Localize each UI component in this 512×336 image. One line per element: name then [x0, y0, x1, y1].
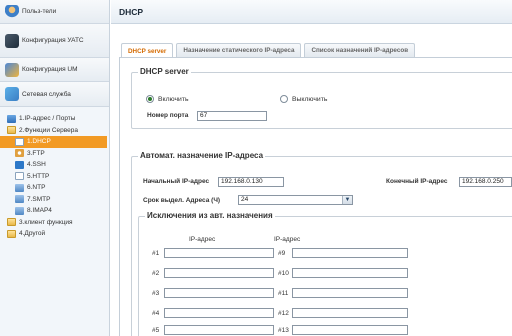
sidebar-section-label: Сетевая служба: [22, 90, 71, 98]
sidebar-section-um-config[interactable]: Конфигурация UM: [0, 58, 109, 82]
tree-item-http[interactable]: 5.HTTP: [0, 171, 109, 183]
tree-item-server-functions[interactable]: 2.Функции Сервера: [0, 125, 109, 137]
tree-item-label: 7.SMTP: [27, 195, 51, 203]
exclusion-input[interactable]: [164, 248, 274, 258]
sidebar-tree: 1.IP-адрес / Порты 2.Функции Сервера 1.D…: [0, 107, 109, 240]
exclusion-input[interactable]: [292, 248, 408, 258]
radio-unselected-icon: [280, 95, 288, 103]
tree-item-smtp[interactable]: 7.SMTP: [0, 194, 109, 206]
ntp-icon: [15, 183, 24, 192]
tree-item-label: 5.HTTP: [27, 172, 50, 180]
exclusion-number: #13: [278, 327, 289, 334]
exclusion-number: #9: [278, 250, 286, 257]
exclusion-input[interactable]: [164, 325, 274, 335]
exclusion-number: #12: [278, 310, 289, 317]
left-column-header: IP-адрес: [189, 236, 216, 243]
tree-item-ntp[interactable]: 6.NTP: [0, 182, 109, 194]
ftp-icon: [15, 149, 24, 158]
um-icon: [5, 62, 19, 77]
auto-assign-legend: Автомат. назначение IP-адреса: [138, 151, 266, 160]
exclusion-number: #2: [152, 270, 160, 277]
disable-radio[interactable]: Выключить: [280, 95, 327, 103]
exclusion-number: #11: [278, 290, 289, 297]
exclusion-input[interactable]: [292, 268, 408, 278]
exclusion-number: #10: [278, 270, 289, 277]
tree-item-label: 2.Функции Сервера: [19, 126, 78, 134]
tree-item-imap4[interactable]: 8.IMAP4: [0, 205, 109, 217]
tab-bar: DHCP server Назначение статического IP-а…: [121, 43, 512, 58]
tab-static-ip-assignment[interactable]: Назначение статического IP-адреса: [176, 43, 302, 57]
dhcp-icon: [15, 137, 24, 146]
tree-item-dhcp[interactable]: 1.DHCP: [0, 136, 107, 148]
tree-item-label: 3.клиент функция: [19, 218, 73, 226]
folder-icon: [7, 218, 16, 227]
sidebar-section-pbx-config[interactable]: Конфигурация УАТС: [0, 24, 109, 58]
tree-item-ftp[interactable]: 3.FTP: [0, 148, 109, 160]
sidebar-section-label: Польз-тели: [22, 8, 57, 15]
end-ip-label: Конечный IP-адрес: [386, 178, 448, 185]
exclusion-number: #3: [152, 290, 160, 297]
pbx-icon: [5, 33, 19, 48]
ssh-icon: [15, 160, 24, 169]
dhcp-server-legend: DHCP server: [138, 67, 191, 76]
enable-radio[interactable]: Включить: [146, 95, 189, 103]
exclusion-input[interactable]: [164, 268, 274, 278]
start-ip-label: Начальный IP-адрес: [143, 178, 210, 185]
sidebar-section-label: Конфигурация УАТС: [22, 37, 84, 44]
right-column-header: IP-адрес: [274, 236, 301, 243]
imap4-icon: [15, 206, 24, 215]
lease-select[interactable]: 24 ▼: [238, 195, 353, 205]
exclusion-input[interactable]: [292, 325, 408, 335]
tree-item-client-functions[interactable]: 3.клиент функция: [0, 217, 109, 229]
exclusion-input[interactable]: [292, 308, 408, 318]
network-icon: [5, 87, 19, 101]
http-icon: [15, 172, 24, 181]
tree-item-label: 6.NTP: [27, 184, 46, 192]
sidebar-section-network[interactable]: Сетевая служба: [0, 82, 109, 107]
tab-dhcp-server[interactable]: DHCP server: [121, 43, 174, 58]
tab-divider: [119, 57, 512, 58]
tree-item-other[interactable]: 4.Другой: [0, 228, 109, 240]
end-ip-input[interactable]: 192.168.0.250: [459, 177, 512, 187]
port-input[interactable]: 67: [197, 111, 267, 121]
sidebar-section-label: Конфигурация UM: [22, 66, 78, 73]
lease-selected-value: 24: [241, 196, 249, 203]
exclusion-number: #5: [152, 327, 160, 334]
tree-item-label: 1.DHCP: [27, 138, 51, 146]
exclusion-input[interactable]: [164, 288, 274, 298]
folder-open-icon: [7, 126, 16, 135]
exclusion-number: #4: [152, 310, 160, 317]
tree-item-label: 1.IP-адрес / Порты: [19, 115, 76, 123]
tree-item-label: 3.FTP: [27, 149, 45, 157]
page-title: DHCP: [111, 0, 512, 24]
smtp-icon: [15, 195, 24, 204]
content-border: [119, 57, 120, 336]
exclusions-legend: Исключения из авт. назначения: [145, 211, 275, 220]
sidebar: Польз-тели Конфигурация УАТС Конфигураци…: [0, 0, 110, 336]
tab-ip-assignment-list[interactable]: Список назначений IP-адресов: [304, 43, 416, 57]
users-icon: [5, 4, 19, 19]
ip-icon: [7, 114, 16, 123]
tree-item-label: 4.Другой: [19, 230, 46, 238]
sidebar-section-users[interactable]: Польз-тели: [0, 0, 109, 24]
tree-item-ssh[interactable]: 4.SSH: [0, 159, 109, 171]
disable-radio-label: Выключить: [292, 95, 328, 103]
exclusion-input[interactable]: [292, 288, 408, 298]
enable-radio-label: Включить: [158, 95, 189, 103]
tree-item-ip-ports[interactable]: 1.IP-адрес / Порты: [0, 113, 109, 125]
folder-icon: [7, 229, 16, 238]
radio-selected-icon: [146, 95, 154, 103]
tree-item-label: 4.SSH: [27, 161, 46, 169]
tree-item-label: 8.IMAP4: [27, 207, 52, 215]
start-ip-input[interactable]: 192.168.0.130: [218, 177, 284, 187]
chevron-down-icon[interactable]: ▼: [342, 196, 352, 204]
port-label: Номер порта: [147, 112, 189, 119]
exclusion-input[interactable]: [164, 308, 274, 318]
exclusion-number: #1: [152, 250, 160, 257]
lease-label: Срок выдел. Адреса (Ч): [143, 197, 221, 204]
